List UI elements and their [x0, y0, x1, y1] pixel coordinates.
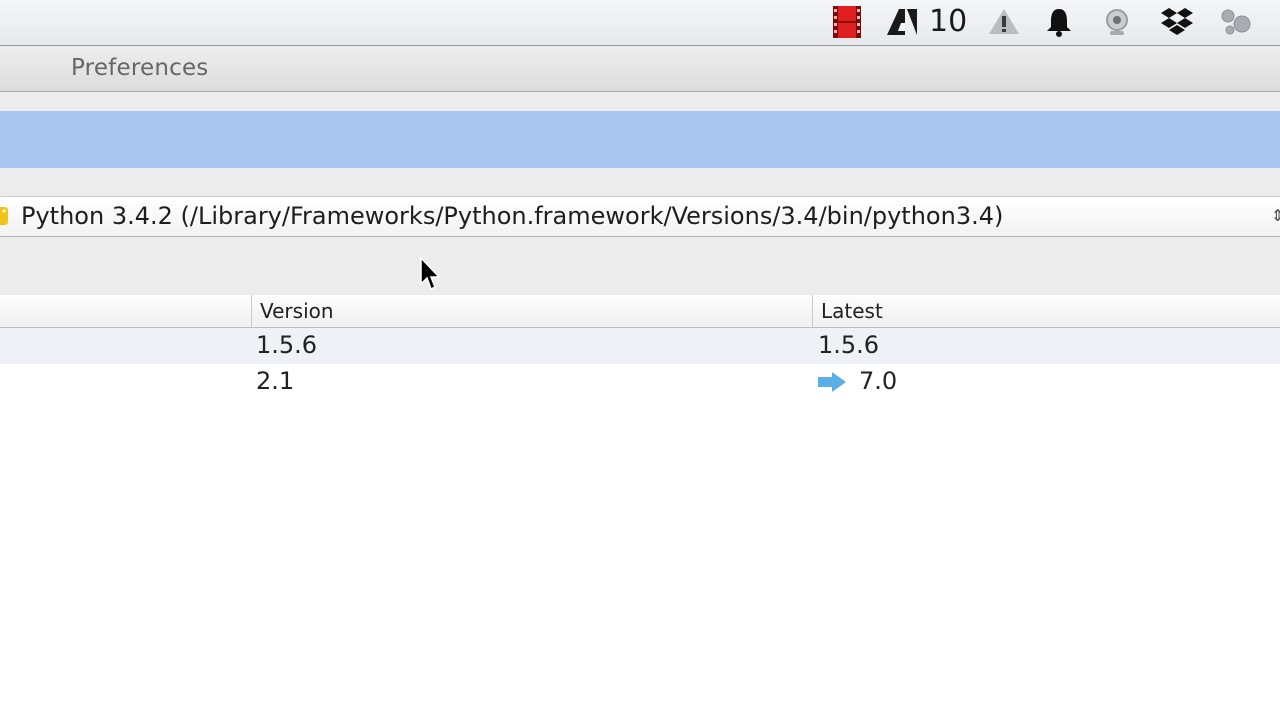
preferences-button[interactable]: Preferences [71, 55, 208, 81]
table-row[interactable]: 1.5.6 1.5.6 [0, 328, 1280, 364]
adobe-icon[interactable] [885, 4, 919, 40]
interpreter-popup[interactable]: Python 3.4.2 (/Library/Frameworks/Python… [0, 197, 1280, 237]
update-arrow-icon [818, 372, 846, 392]
molecule-icon[interactable] [1218, 4, 1254, 40]
bell-icon[interactable] [1044, 4, 1074, 40]
selected-row-highlight[interactable] [0, 111, 1280, 168]
film-strip-icon[interactable] [831, 4, 863, 40]
adobe-update-count: 10 [929, 4, 968, 39]
dropbox-icon[interactable] [1159, 4, 1195, 40]
package-latest: 7.0 [859, 367, 898, 395]
packages-table-header: Version Latest [0, 295, 1280, 328]
section-spacer [0, 237, 1280, 296]
mouse-cursor-icon [420, 256, 441, 291]
column-header-version[interactable]: Version [251, 295, 334, 327]
popup-arrows-icon: ⇕ [1271, 208, 1280, 225]
warning-drive-icon[interactable] [986, 4, 1022, 40]
python-icon [0, 207, 8, 225]
table-row[interactable]: 2.1 7.0 [0, 364, 1280, 400]
menu-bar: 10 [0, 0, 1280, 46]
webcam-icon[interactable] [1101, 4, 1133, 40]
package-latest: 1.5.6 [818, 331, 880, 359]
column-header-latest[interactable]: Latest [812, 295, 883, 327]
interpreter-path: Python 3.4.2 (/Library/Frameworks/Python… [21, 202, 1004, 230]
package-version: 1.5.6 [256, 331, 318, 359]
section-spacer [0, 92, 1280, 111]
section-spacer [0, 168, 1280, 197]
window-toolbar: Preferences [0, 46, 1280, 92]
package-version: 2.1 [256, 367, 295, 395]
